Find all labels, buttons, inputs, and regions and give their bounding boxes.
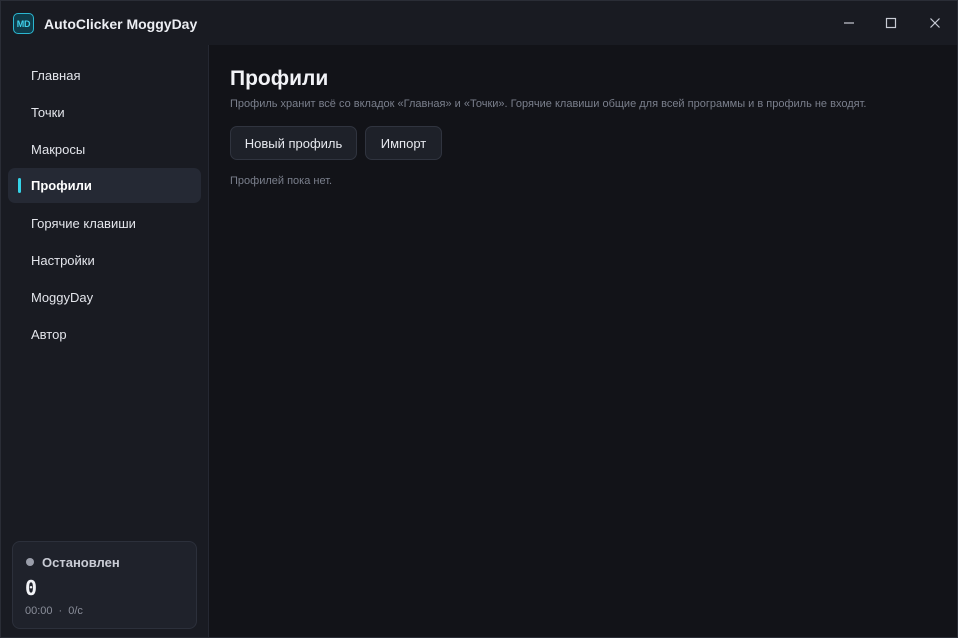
sidebar: Главная Точки Макросы Профили Горячие кл… [1,45,209,637]
page-description: Профиль хранит всё со вкладок «Главная» … [230,98,867,110]
maximize-icon [885,17,897,29]
sidebar-item-points[interactable]: Точки [8,95,201,130]
main-content: Профили Профиль хранит всё со вкладок «Г… [209,45,957,637]
active-indicator [18,178,21,193]
empty-state-text: Профилей пока нет. [230,175,333,187]
click-rate: 0/с [68,605,83,617]
sidebar-item-label: Точки [31,105,65,120]
new-profile-button[interactable]: Новый профиль [230,126,357,160]
sidebar-item-label: Настройки [31,253,95,268]
app-window: MD AutoClicker MoggyDay Главная Точки Ма… [0,0,958,638]
app-title: AutoClicker MoggyDay [44,16,198,32]
meta-separator: · [58,605,63,617]
sidebar-item-label: Автор [31,327,67,342]
minimize-button[interactable] [827,1,871,45]
sidebar-item-main[interactable]: Главная [8,58,201,93]
status-card: Остановлен 0 00:00 · 0/с [12,541,197,629]
sidebar-item-label: Макросы [31,142,86,157]
close-icon [930,18,940,28]
import-button[interactable]: Импорт [365,126,442,160]
close-button[interactable] [913,1,957,45]
sidebar-item-settings[interactable]: Настройки [8,243,201,278]
minimize-icon [844,22,854,24]
sidebar-item-author[interactable]: Автор [8,317,201,352]
sidebar-item-label: Главная [31,68,81,83]
sidebar-item-hotkeys[interactable]: Горячие клавиши [8,206,201,241]
status-label: Остановлен [42,555,120,570]
sidebar-item-label: Профили [31,178,92,193]
page-title: Профили [230,67,329,90]
sidebar-item-label: Горячие клавиши [31,216,136,231]
title-bar[interactable]: MD AutoClicker MoggyDay [1,1,957,45]
status-meta: 00:00 · 0/с [25,605,83,617]
sidebar-item-moggyday[interactable]: MoggyDay [8,280,201,315]
sidebar-item-profiles[interactable]: Профили [8,168,201,203]
sidebar-item-macros[interactable]: Макросы [8,132,201,167]
elapsed-time: 00:00 [25,605,53,617]
status-dot-icon [26,558,34,566]
click-counter: 0 [25,576,38,600]
sidebar-item-label: MoggyDay [31,290,94,305]
app-logo-icon: MD [13,13,34,34]
maximize-button[interactable] [869,1,913,45]
